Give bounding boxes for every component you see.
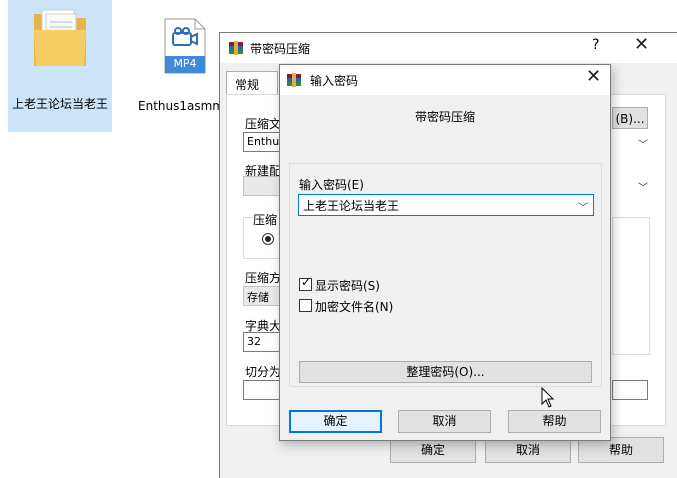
desktop-folder[interactable]: 上老王论坛当老王 (8, 0, 112, 132)
method-label: 压缩方 (245, 271, 281, 285)
help-icon[interactable]: ? (592, 37, 599, 53)
password-dialog-title: 输入密码 (310, 74, 359, 88)
close-icon[interactable]: ✕ (586, 66, 601, 87)
update-mode-select[interactable] (243, 176, 283, 196)
folder-label: 上老王论坛当老王 (11, 97, 108, 111)
method-select[interactable]: 存储 (243, 286, 283, 306)
archive-dialog-title: 带密码压缩 (250, 42, 311, 56)
checkbox-unchecked[interactable] (299, 299, 312, 312)
chevron-down-icon[interactable]: ﹀ (638, 136, 648, 151)
encrypt-names-label: 加密文件名(N) (315, 300, 394, 314)
folder-icon (34, 9, 86, 66)
options-group (612, 217, 650, 355)
format-label: 压缩 (253, 211, 279, 228)
video-file-badge: MP4 (173, 57, 197, 70)
chevron-down-icon[interactable]: ﹀ (578, 199, 588, 214)
split-size-field[interactable] (612, 380, 648, 400)
archive-name-field[interactable]: Enthus (243, 132, 283, 152)
browse-button[interactable]: (B)... (612, 107, 648, 129)
split-field[interactable] (243, 380, 283, 400)
checkbox-checked[interactable]: ✓ (299, 275, 312, 291)
organize-passwords-button[interactable]: 整理密码(O)... (299, 361, 592, 383)
chevron-down-icon[interactable]: ﹀ (638, 179, 648, 194)
password-combobox[interactable]: 上老王论坛当老王 ﹀ (298, 194, 594, 216)
password-dialog: 输入密码 ✕ 带密码压缩 输入密码(E) 上老王论坛当老王 ﹀ ✓ 显示密码(S… (279, 64, 611, 441)
mouse-cursor-icon (541, 387, 555, 408)
password-label: 输入密码(E) (299, 178, 364, 192)
split-label: 切分为 (245, 365, 281, 379)
dict-size-field[interactable]: 32 (243, 332, 283, 352)
archive-name-label: 压缩文 (245, 117, 281, 131)
show-password-label: 显示密码(S) (315, 279, 380, 293)
winrar-icon (287, 73, 301, 87)
help-button[interactable]: 帮助 (508, 410, 601, 433)
cancel-button[interactable]: 取消 (398, 410, 491, 433)
tab-general[interactable]: 常规 (226, 71, 278, 95)
winrar-icon (229, 41, 243, 55)
close-icon[interactable]: ✕ (634, 34, 649, 55)
ok-button[interactable]: 确定 (289, 410, 382, 433)
password-dialog-heading: 带密码压缩 (414, 110, 475, 124)
checkmark-icon: ✓ (301, 275, 312, 289)
archive-dialog-titlebar[interactable]: 带密码压缩 ? ✕ (220, 33, 677, 63)
password-dialog-titlebar[interactable]: 输入密码 ✕ (280, 65, 610, 95)
format-radio[interactable] (262, 233, 274, 245)
password-input[interactable]: 上老王论坛当老王 (303, 197, 399, 214)
